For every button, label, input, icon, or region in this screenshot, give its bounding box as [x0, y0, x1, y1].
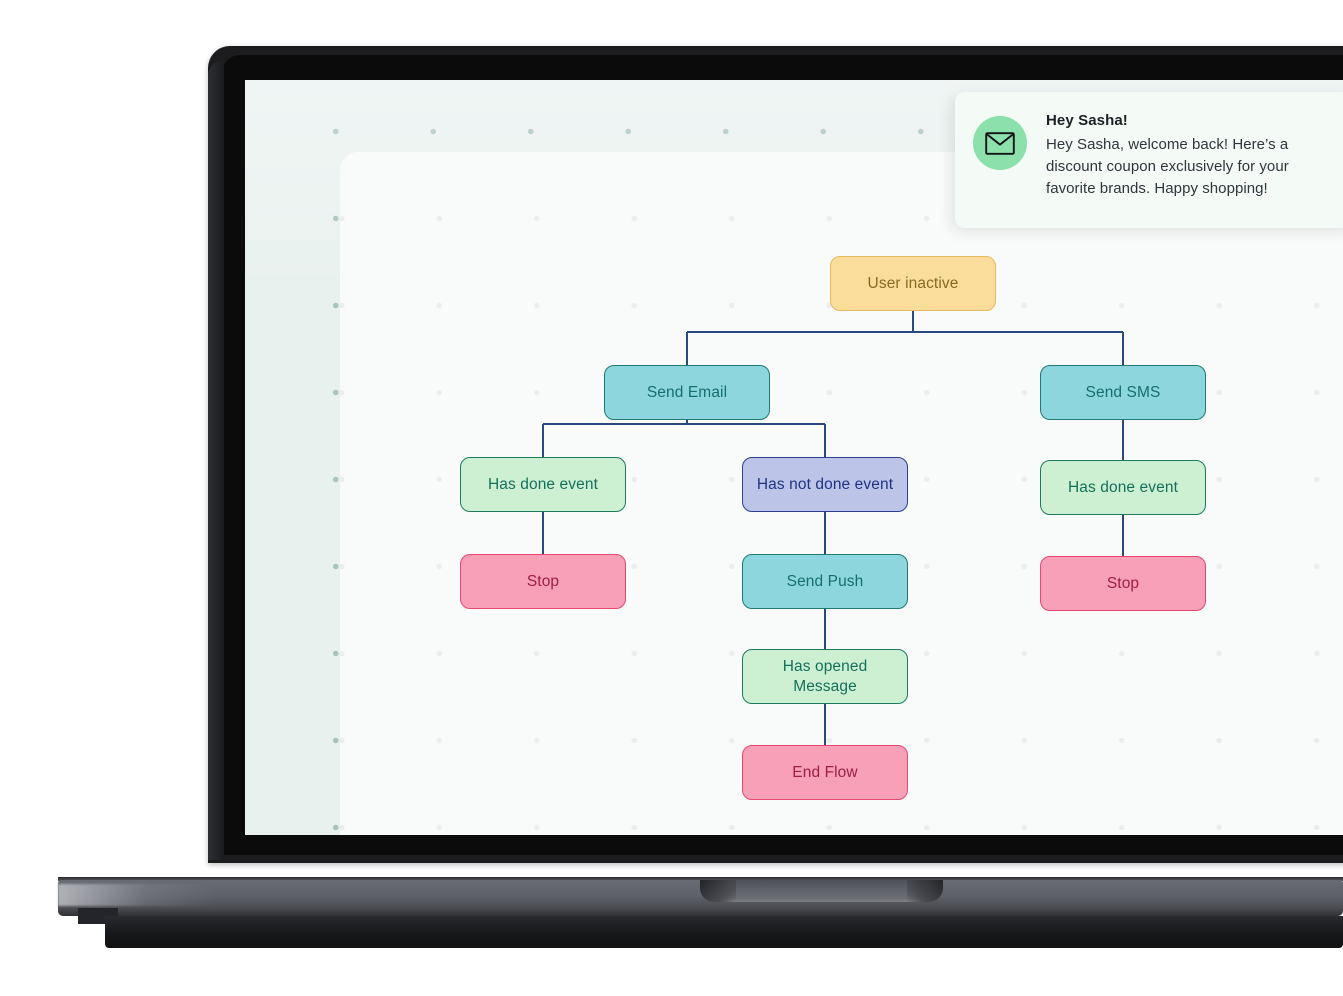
flow-node-label: End Flow	[792, 763, 857, 783]
flow-node-label: Has done event	[1068, 478, 1178, 498]
flow-node-has-done-event-1[interactable]: Has done event	[460, 457, 626, 512]
laptop-base-foot	[105, 916, 1343, 948]
flow-node-has-opened-message[interactable]: Has opened Message	[742, 649, 908, 704]
flow-node-stop-1[interactable]: Stop	[460, 554, 626, 609]
laptop-base-notch-shadow-left	[700, 880, 736, 902]
flow-node-label: Send SMS	[1086, 383, 1161, 403]
flow-node-label: Stop	[1107, 574, 1139, 594]
flow-node-label: Has not done event	[757, 475, 893, 495]
flow-node-label: User inactive	[868, 274, 959, 294]
flow-node-send-email[interactable]: Send Email	[604, 365, 770, 420]
laptop-base-notch-shadow-right	[907, 880, 943, 902]
flow-node-end-flow[interactable]: End Flow	[742, 745, 908, 800]
flow-node-label: Has done event	[488, 475, 598, 495]
flow-node-label: Send Email	[647, 383, 727, 403]
flow-node-send-push[interactable]: Send Push	[742, 554, 908, 609]
flow-node-stop-2[interactable]: Stop	[1040, 556, 1206, 611]
envelope-icon	[973, 116, 1027, 170]
flow-node-label: Has opened Message	[783, 657, 868, 697]
notification-body: Hey Sasha, welcome back! Here’s a discou…	[1046, 134, 1339, 201]
screenshot-root: User inactive Send Email Send SMS Has done …	[0, 0, 1343, 996]
flow-node-send-sms[interactable]: Send SMS	[1040, 365, 1206, 420]
notification-card[interactable]: Hey Sasha! Hey Sasha, welcome back! Here…	[955, 92, 1343, 228]
laptop-screen: User inactive Send Email Send SMS Has done …	[245, 80, 1343, 835]
flow-node-has-not-done-event[interactable]: Has not done event	[742, 457, 908, 512]
flow-node-user-inactive[interactable]: User inactive	[830, 256, 996, 311]
flow-node-has-done-event-2[interactable]: Has done event	[1040, 460, 1206, 515]
notification-title: Hey Sasha!	[1046, 112, 1339, 129]
laptop-lid-left-edge	[208, 60, 224, 860]
flow-node-label: Stop	[527, 572, 559, 592]
notification-text: Hey Sasha! Hey Sasha, welcome back! Here…	[1046, 112, 1339, 201]
laptop-base-highlight	[58, 884, 218, 906]
flow-node-label: Send Push	[787, 572, 864, 592]
